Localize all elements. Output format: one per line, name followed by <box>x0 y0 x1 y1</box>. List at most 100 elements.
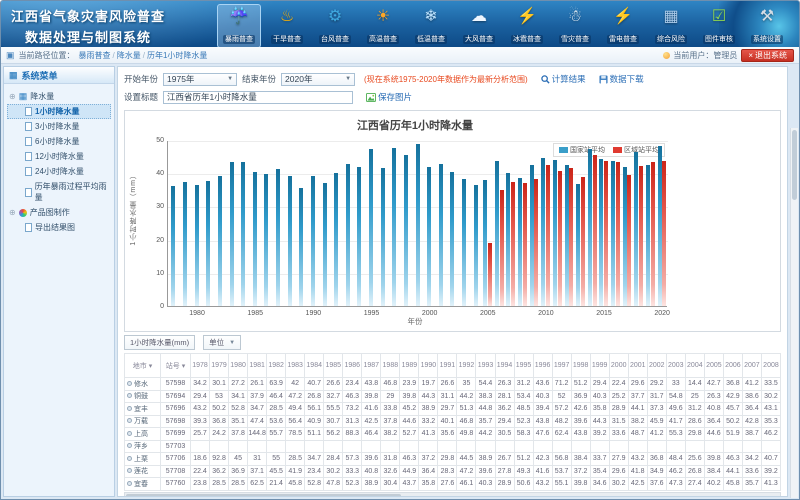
toolbar-item-综合风险[interactable]: ▦综合风险 <box>649 4 693 47</box>
horizontal-scrollbar[interactable] <box>124 492 781 498</box>
chart-title-input[interactable] <box>163 91 353 104</box>
toolbar-item-低温普查[interactable]: ❄低温普查 <box>409 4 453 47</box>
toolbar-item-冰雹普查[interactable]: ⚡冰雹普查 <box>505 4 549 47</box>
end-year-select[interactable]: 2020年 ▼ <box>281 73 355 86</box>
value-cell: 34.6 <box>590 478 609 491</box>
value-cell: 31 <box>248 453 267 466</box>
value-cell: 41.3 <box>761 478 780 491</box>
table-row[interactable]: 莲花5770822.436.236.937.145.541.923.430.23… <box>125 465 781 478</box>
value-cell: 37.7 <box>628 390 647 403</box>
table-row[interactable]: 万载5769839.336.835.147.453.656.440.930.73… <box>125 415 781 428</box>
save-image-button[interactable]: 保存图片 <box>366 91 412 103</box>
unit-filter-select[interactable]: 单位 ▼ <box>203 335 241 350</box>
toolbar-item-暴雨普查[interactable]: ☔暴雨普查 <box>217 4 261 47</box>
value-cell: 29.4 <box>495 415 514 428</box>
table-row[interactable]: 上高5769925.724.237.8144.855.778.551.156.2… <box>125 428 781 441</box>
table-row[interactable]: 铜鼓5769429.45334.137.946.447.226.832.746.… <box>125 390 781 403</box>
typhoon-icon: ⚙ <box>314 6 356 28</box>
value-cell: 28.3 <box>438 465 457 478</box>
value-cell: 26.6 <box>438 378 457 391</box>
sidebar-group-降水量[interactable]: ⊕▦降水量 <box>7 89 111 104</box>
toolbar-item-图件审核[interactable]: ☑图件审核 <box>697 4 741 47</box>
value-cell: 36.9 <box>571 390 590 403</box>
value-cell: 39.2 <box>761 465 780 478</box>
vertical-scrollbar[interactable] <box>790 128 798 498</box>
sidebar-item-历年暴雨过程平均雨量[interactable]: 历年暴雨过程平均雨量 <box>7 179 111 205</box>
value-cell: 44.2 <box>457 390 476 403</box>
table-row[interactable]: 萍乡57703 <box>125 440 781 453</box>
controls-bar: 开始年份 1975年 ▼ 结束年份 2020年 ▼ (现在系统1975-2020… <box>118 67 787 107</box>
value-cell: 28.6 <box>685 415 704 428</box>
value-cell: 33.3 <box>343 465 362 478</box>
start-year-select[interactable]: 1975年 ▼ <box>163 73 237 86</box>
vertical-scrollbar-thumb[interactable] <box>792 130 797 200</box>
bar-national-1992 <box>334 173 338 306</box>
value-cell: 31.5 <box>609 415 628 428</box>
station-id-cell: 57696 <box>161 403 191 416</box>
station-bullet-icon <box>127 406 132 411</box>
sidebar-item-3小时降水量[interactable]: 3小时降水量 <box>7 119 111 134</box>
value-cell: 39.2 <box>590 428 609 441</box>
value-cell: 39.8 <box>704 453 723 466</box>
value-cell: 34.1 <box>229 390 248 403</box>
value-cell: 57.2 <box>552 403 571 416</box>
download-button[interactable]: 数据下载 <box>599 73 644 85</box>
toolbar-item-高温普查[interactable]: ☀高温普查 <box>361 4 405 47</box>
sidebar-group-产品图制作[interactable]: ⊕产品图制作 <box>7 205 111 220</box>
value-cell <box>552 440 571 453</box>
value-cell: 38.7 <box>742 428 761 441</box>
sidebar-item-24小时降水量[interactable]: 24小时降水量 <box>7 164 111 179</box>
bar-regional-2013 <box>581 177 585 306</box>
value-cell: 33 <box>666 378 685 391</box>
value-cell: 14.4 <box>685 378 704 391</box>
value-cell: 47.2 <box>457 465 476 478</box>
value-cell: 30.4 <box>381 478 400 491</box>
calculate-button[interactable]: 计算结果 <box>541 73 586 85</box>
chevron-down-icon: ▼ <box>229 340 235 346</box>
toolbar-item-系统设置[interactable]: ⚒系统设置 <box>745 4 789 47</box>
table-row[interactable]: 宜春5776023.828.528.562.521.445.852.847.85… <box>125 478 781 491</box>
value-cell: 49.8 <box>457 428 476 441</box>
station-column-header[interactable]: 站号 ▾ <box>161 354 191 378</box>
sidebar-item-12小时降水量[interactable]: 12小时降水量 <box>7 149 111 164</box>
station-id-cell: 57598 <box>161 378 191 391</box>
logout-button[interactable]: × 退出系统 <box>741 49 794 62</box>
table-row[interactable]: 上栗5770618.692.845315528.534.728.457.339.… <box>125 453 781 466</box>
sidebar-item-6小时降水量[interactable]: 6小时降水量 <box>7 134 111 149</box>
value-cell: 40.9 <box>305 415 324 428</box>
toolbar-item-干旱普查[interactable]: ♨干旱普查 <box>265 4 309 47</box>
value-cell <box>647 440 666 453</box>
sidebar-item-label: 1小时降水量 <box>35 106 79 117</box>
end-year-label: 结束年份 <box>242 73 276 85</box>
value-cell <box>742 440 761 453</box>
value-cell: 92.8 <box>210 453 229 466</box>
toolbar-item-label: 台风普查 <box>319 35 351 44</box>
breadcrumb-link[interactable]: 降水量 <box>117 51 141 60</box>
toolbar-item-大风普查[interactable]: ☁大风普查 <box>457 4 501 47</box>
horizontal-scrollbar-thumb[interactable] <box>126 494 401 498</box>
value-cell: 29 <box>381 390 400 403</box>
year-header: 1986 <box>343 354 362 378</box>
y-axis-tick-label: 30 <box>146 203 164 210</box>
sidebar-item-导出结果图[interactable]: 导出结果图 <box>7 220 111 235</box>
sidebar-item-label: 历年暴雨过程平均雨量 <box>35 181 108 203</box>
city-column-header[interactable]: 地市 ▾ <box>125 354 161 378</box>
grid-icon: ▦ <box>19 91 28 102</box>
value-cell: 40.3 <box>590 390 609 403</box>
table-row[interactable]: 修水5759834.230.127.226.163.94240.726.623.… <box>125 378 781 391</box>
toolbar-item-雪灾普查[interactable]: ☃雪灾普查 <box>553 4 597 47</box>
year-header: 2001 <box>628 354 647 378</box>
value-cell <box>590 440 609 453</box>
sidebar-item-1小时降水量[interactable]: 1小时降水量 <box>7 104 111 119</box>
value-cell: 34.7 <box>305 453 324 466</box>
breadcrumb-link[interactable]: 历年1小时降水量 <box>147 51 207 60</box>
year-header: 1994 <box>495 354 514 378</box>
y-axis-tick-label: 20 <box>146 237 164 244</box>
toolbar-item-台风普查[interactable]: ⚙ 台风普查 <box>313 4 357 47</box>
bar-national-1986 <box>264 174 268 306</box>
toolbar-item-雷电普查[interactable]: ⚡雷电普查 <box>601 4 645 47</box>
breadcrumb-link[interactable]: 暴雨普查 <box>79 51 111 60</box>
value-cell: 43.7 <box>400 478 419 491</box>
table-row[interactable]: 宜丰5769643.250.252.834.728.549.456.155.57… <box>125 403 781 416</box>
value-cell: 34.9 <box>647 465 666 478</box>
